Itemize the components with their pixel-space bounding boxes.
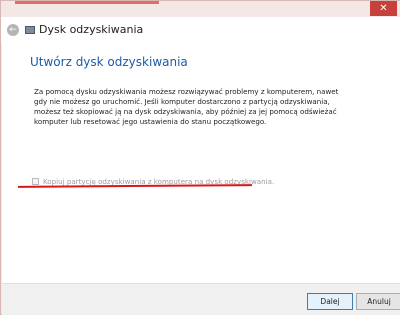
title-bar: ✕ — [1, 1, 400, 17]
wizard-content: Utwórz dysk odzyskiwania Za pomocą dysku… — [2, 43, 400, 283]
title-bar-accent — [15, 1, 159, 4]
red-annotation-underline — [17, 184, 253, 188]
description-text: Za pomocą dysku odzyskiwania możesz rozw… — [34, 87, 339, 126]
wizard-footer: Dalej Anuluj — [2, 283, 400, 315]
wizard-title: Dysk odzyskiwania — [39, 23, 144, 36]
nav-bar: ← Dysk odzyskiwania — [1, 17, 400, 43]
back-arrow-icon: ← — [9, 25, 17, 35]
page-heading: Utwórz dysk odzyskiwania — [30, 55, 188, 69]
cancel-button[interactable]: Anuluj — [356, 293, 400, 310]
recovery-drive-icon — [25, 26, 35, 34]
close-button[interactable]: ✕ — [370, 1, 397, 16]
back-button[interactable]: ← — [7, 24, 19, 36]
window-frame: ✕ ← Dysk odzyskiwania Utwórz dysk odzysk… — [0, 0, 400, 315]
close-icon: ✕ — [379, 3, 388, 14]
next-button[interactable]: Dalej — [307, 293, 353, 310]
copy-partition-checkbox[interactable] — [32, 178, 39, 185]
